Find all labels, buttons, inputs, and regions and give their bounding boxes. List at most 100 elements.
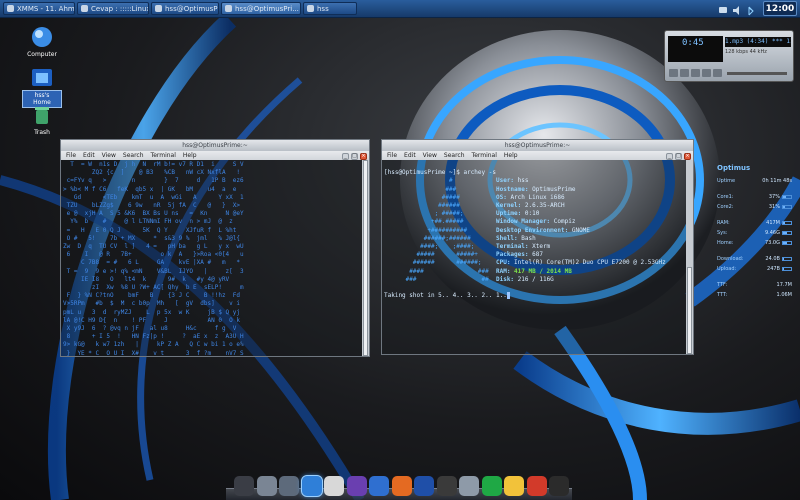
- close-button[interactable]: ×: [684, 153, 691, 160]
- matrix-rain-output: T = W n1s D j h N rM b!= v7 R D1 i S V Z…: [63, 161, 244, 356]
- info-value: hss: [517, 177, 529, 185]
- prompt-line: [hss@OptimusPrime ~]$ archey -s: [384, 169, 496, 177]
- info-key: RAM:: [495, 267, 515, 275]
- info-key: Terminal:: [495, 243, 533, 251]
- weather-icon[interactable]: [504, 476, 524, 496]
- arch-logo-line: +##.#####: [384, 218, 496, 226]
- window-titlebar[interactable]: hss@OptimusPrime:~ _ □ ×: [61, 140, 369, 160]
- info-value: 687: [532, 251, 543, 259]
- gmail-icon[interactable]: [526, 476, 547, 496]
- menu-file[interactable]: File: [387, 152, 397, 159]
- menu-edit[interactable]: Edit: [404, 152, 416, 159]
- info-key: Packages:: [495, 251, 533, 259]
- taskbar-item-browser[interactable]: Cevap : :::::Linux...: [77, 2, 149, 15]
- taskbar-item-xmms[interactable]: XMMS - 11. Ahm...: [3, 2, 75, 15]
- desktop-icon-trash[interactable]: Trash: [22, 104, 62, 137]
- conky-row: Home: 73.0G: [717, 240, 792, 248]
- menu-help[interactable]: Help: [504, 152, 518, 159]
- menu-edit[interactable]: Edit: [83, 152, 95, 159]
- conky-label: Home:: [717, 240, 734, 246]
- dock: [226, 467, 572, 500]
- xmms-prev-button[interactable]: [669, 69, 678, 77]
- conky-label: Upload:: [717, 266, 737, 272]
- file-manager-icon[interactable]: [279, 476, 299, 496]
- firefox-icon[interactable]: [391, 476, 412, 496]
- folder-icon[interactable]: [256, 476, 277, 496]
- network-icon[interactable]: [717, 2, 729, 15]
- settings-icon[interactable]: [346, 476, 367, 496]
- conky-title: Optimus: [717, 164, 751, 172]
- menu-file[interactable]: File: [66, 152, 76, 159]
- desktop-icon-home[interactable]: hss's Home: [22, 66, 62, 108]
- menu-terminal[interactable]: Terminal: [472, 152, 497, 159]
- scrollbar[interactable]: [686, 160, 693, 354]
- arch-logo-line: ####; ;####;: [384, 243, 496, 251]
- rhythmbox-icon[interactable]: [324, 476, 344, 496]
- conky-row: Core2: 31%: [717, 204, 792, 212]
- info-key: Disk:: [495, 275, 518, 283]
- xmms-player[interactable]: 0:45 1.mp3 (4:34) *** 11. A 128 kbps 44 …: [664, 30, 794, 82]
- menu-view[interactable]: View: [423, 152, 437, 159]
- music-icon[interactable]: [436, 476, 457, 496]
- info-key: OS:: [495, 193, 511, 201]
- scrollbar[interactable]: [362, 160, 369, 356]
- trash-icon: [35, 107, 49, 124]
- conky-row: Core1: 37%: [717, 194, 792, 202]
- info-value: Arch Linux i686: [510, 193, 565, 201]
- taskbar-item-terminal-2[interactable]: hss@OptimusPri...: [221, 2, 301, 15]
- taskbar-item-terminal-1[interactable]: hss@OptimusPri...: [151, 2, 219, 15]
- folder-icon: [307, 5, 314, 12]
- volume-icon[interactable]: [731, 2, 743, 15]
- screenshot-icon[interactable]: [459, 476, 479, 496]
- conky-value: 9.46G: [764, 230, 780, 236]
- arch-logo-line: ######;######: [384, 234, 496, 242]
- bluetooth-icon[interactable]: [745, 2, 757, 16]
- arch-logo-line: ######: [384, 202, 496, 210]
- minimize-button[interactable]: _: [666, 153, 673, 160]
- info-key: CPU:: [495, 259, 515, 267]
- maximize-button[interactable]: □: [675, 153, 682, 160]
- terminal-window-matrix[interactable]: hss@OptimusPrime:~ _ □ × File Edit View Searc…: [60, 139, 370, 357]
- info-key: Desktop Environment:: [495, 226, 572, 234]
- tux-icon[interactable]: [369, 476, 389, 496]
- conky-bar: [782, 267, 792, 271]
- arch-logo-line: ###### ######;: [384, 259, 496, 267]
- menu-terminal[interactable]: Terminal: [151, 152, 176, 159]
- menu-view[interactable]: View: [102, 152, 116, 159]
- menu-help[interactable]: Help: [183, 152, 197, 159]
- conky-label: Core2:: [717, 204, 734, 210]
- close-button[interactable]: ×: [360, 153, 367, 160]
- media-player-icon[interactable]: [414, 476, 434, 496]
- xmms-seek-bar[interactable]: [727, 72, 787, 75]
- conky-row: Upload: 247B: [717, 266, 792, 274]
- browser-icon: [81, 5, 88, 12]
- app-icon[interactable]: [234, 476, 254, 496]
- pidgin-icon[interactable]: [300, 475, 323, 497]
- info-key: Window Manager:: [495, 218, 554, 226]
- clock[interactable]: 12:00: [763, 1, 797, 16]
- xmms-play-button[interactable]: [680, 69, 689, 77]
- menu-search[interactable]: Search: [444, 152, 465, 159]
- utorrent-icon[interactable]: [481, 476, 502, 496]
- arch-logo-line: ##### #####+: [384, 251, 496, 259]
- conky-value: 24.0B: [765, 256, 780, 262]
- terminal-window-archey[interactable]: hss@OptimusPrime:~ _ □ × File Edit View Searc…: [381, 139, 694, 355]
- xmms-next-button[interactable]: [713, 69, 722, 77]
- minimize-button[interactable]: _: [342, 153, 349, 160]
- terminal-icon[interactable]: [549, 476, 569, 496]
- menu-search[interactable]: Search: [123, 152, 144, 159]
- desktop-icon-computer[interactable]: Computer: [22, 26, 62, 59]
- conky-value: 73.0G: [764, 240, 780, 246]
- computer-icon: [32, 27, 52, 47]
- info-key: Kernel:: [495, 202, 525, 210]
- conky-bar: [782, 241, 792, 245]
- arch-logo-line: ###: [384, 185, 496, 193]
- conky-bar: [782, 231, 792, 235]
- maximize-button[interactable]: □: [351, 153, 358, 160]
- window-titlebar[interactable]: hss@OptimusPrime:~ _ □ ×: [382, 140, 693, 160]
- conky-value: 37%: [768, 194, 780, 200]
- info-key: Shell:: [495, 234, 522, 242]
- xmms-pause-button[interactable]: [691, 69, 700, 77]
- taskbar-item-home-folder[interactable]: hss: [303, 2, 357, 15]
- xmms-stop-button[interactable]: [702, 69, 711, 77]
